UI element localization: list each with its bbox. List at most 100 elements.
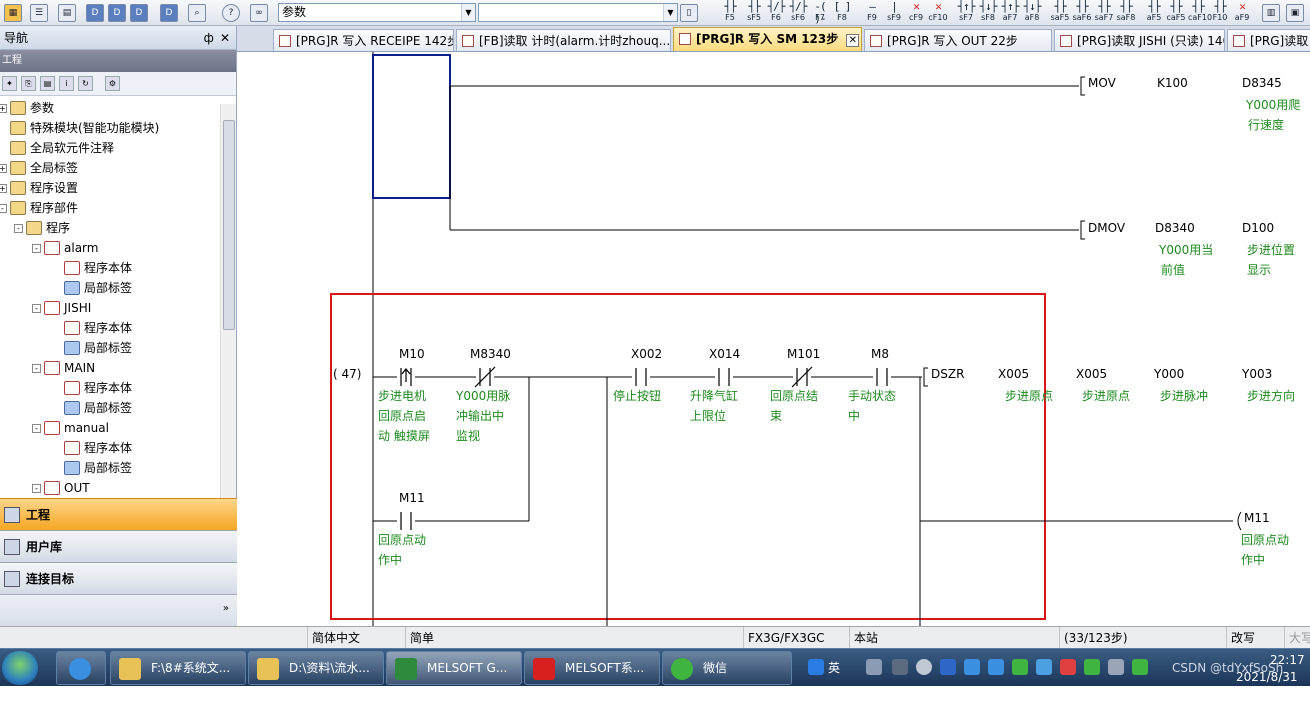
tree-item[interactable]: 程序本体 bbox=[52, 378, 132, 398]
tree-item[interactable]: 局部标签 bbox=[52, 398, 132, 418]
tree-item[interactable]: - MAIN bbox=[32, 358, 95, 378]
fkey-19[interactable]: ┤├ caF5 bbox=[1166, 1, 1186, 25]
fkey-11[interactable]: ┤↓├ sF8 bbox=[978, 1, 998, 25]
monitor-icon[interactable]: ▣ bbox=[1286, 3, 1304, 23]
fkey-2[interactable]: ┤/├ F6 bbox=[766, 1, 786, 25]
fkey-8[interactable]: ✕ cF9 bbox=[906, 1, 926, 25]
tab-4[interactable]: [PRG]读取 JISHI (只读) 140步 bbox=[1054, 29, 1225, 51]
tree-item[interactable]: 特殊模块(智能功能模块) bbox=[0, 118, 159, 138]
fkey-15[interactable]: ┤├ saF6 bbox=[1072, 1, 1092, 25]
tree-item[interactable]: 局部标签 bbox=[52, 278, 132, 298]
chevron-down-icon[interactable]: ▼ bbox=[663, 4, 677, 21]
new-item-icon[interactable]: ✦ bbox=[2, 76, 17, 91]
window-list-icon[interactable]: ▥ bbox=[1262, 3, 1280, 23]
app-tray-icon[interactable] bbox=[1132, 659, 1148, 675]
tree-item[interactable]: 程序本体 bbox=[52, 258, 132, 278]
tree-item[interactable]: + 程序设置 bbox=[0, 178, 78, 198]
tree-item[interactable]: + 参数 bbox=[0, 98, 54, 118]
tree-item[interactable]: 程序本体 bbox=[52, 318, 132, 338]
tab-close-icon[interactable]: ✕ bbox=[846, 34, 860, 47]
tree-item[interactable]: - alarm bbox=[32, 238, 98, 258]
tab-2[interactable]: [PRG]R 写入 SM 123步 ✕ bbox=[673, 27, 862, 51]
refresh-icon[interactable] bbox=[916, 659, 932, 675]
task-explorer-1[interactable]: F:\8#系统文... bbox=[110, 651, 246, 685]
collapse-icon[interactable]: - bbox=[32, 483, 41, 493]
properties-icon[interactable]: i bbox=[59, 76, 74, 91]
fkey-4[interactable]: -( )- F7 bbox=[810, 1, 830, 25]
fkey-20[interactable]: ┤├ caF10 bbox=[1188, 1, 1212, 25]
chat-icon[interactable] bbox=[1084, 659, 1100, 675]
window-button[interactable]: ▤ bbox=[58, 3, 76, 23]
category-project[interactable]: 工程 bbox=[0, 498, 237, 530]
clock-time[interactable]: 22:17 bbox=[1270, 653, 1305, 667]
tab-0[interactable]: [PRG]R 写入 RECEIPE 142步 bbox=[273, 29, 454, 51]
collapse-icon[interactable]: - bbox=[0, 203, 7, 213]
fkey-12[interactable]: ┤↑├ aF7 bbox=[1000, 1, 1020, 25]
fkey-5[interactable]: [ ] F8 bbox=[832, 1, 852, 25]
fkey-13[interactable]: ┤↓├ aF8 bbox=[1022, 1, 1042, 25]
fkey-21[interactable]: ┤├ F10 bbox=[1210, 1, 1230, 25]
fkey-18[interactable]: ┤├ aF5 bbox=[1144, 1, 1164, 25]
help-icon[interactable]: ? bbox=[222, 3, 240, 23]
close-icon[interactable]: ✕ bbox=[220, 31, 230, 45]
ime-settings-icon[interactable] bbox=[866, 659, 882, 675]
qq-icon[interactable] bbox=[1036, 659, 1052, 675]
collapse-icon[interactable]: - bbox=[32, 423, 41, 433]
fkey-17[interactable]: ┤├ saF8 bbox=[1116, 1, 1136, 25]
network-icon[interactable] bbox=[892, 659, 908, 675]
fkey-9[interactable]: ✕ cF10 bbox=[928, 1, 948, 25]
tree-item[interactable]: 程序本体 bbox=[52, 438, 132, 458]
volume-icon[interactable] bbox=[1108, 659, 1124, 675]
dev-dropdown-button[interactable]: D bbox=[160, 3, 178, 23]
fkey-16[interactable]: ┤├ saF7 bbox=[1094, 1, 1114, 25]
tree-item[interactable]: - 程序部件 bbox=[0, 198, 78, 218]
tab-5[interactable]: [PRG]读取 bbox=[1227, 29, 1310, 51]
chevron-down-icon[interactable]: ▼ bbox=[461, 4, 475, 21]
expand-icon[interactable]: + bbox=[0, 163, 7, 173]
task-melsoft-series[interactable]: MELSOFT系... bbox=[524, 651, 660, 685]
refresh-icon[interactable]: ↻ bbox=[78, 76, 93, 91]
nav-more-button[interactable]: » bbox=[0, 594, 237, 626]
wps-icon[interactable] bbox=[1060, 659, 1076, 675]
search-combo[interactable]: 参数 ▼ bbox=[278, 3, 476, 22]
collapse-icon[interactable]: - bbox=[32, 303, 41, 313]
tree-item[interactable]: - OUT bbox=[32, 478, 90, 498]
dev-button-1[interactable]: D bbox=[86, 3, 104, 23]
tree-item[interactable]: + 全局标签 bbox=[0, 158, 78, 178]
fkey-3[interactable]: ┤/├ sF6 bbox=[788, 1, 808, 25]
update-icon[interactable] bbox=[940, 659, 956, 675]
fkey-0[interactable]: ┤├ F5 bbox=[720, 1, 740, 25]
collapse-icon[interactable]: - bbox=[32, 243, 41, 253]
tree-scrollbar[interactable] bbox=[220, 104, 236, 518]
collapse-icon[interactable]: - bbox=[14, 223, 23, 233]
scrollbar-thumb[interactable] bbox=[223, 120, 235, 330]
bluetooth-icon[interactable] bbox=[988, 659, 1004, 675]
options-icon[interactable]: ⚙ bbox=[105, 76, 120, 91]
tab-3[interactable]: [PRG]R 写入 OUT 22步 bbox=[864, 29, 1052, 51]
fkey-7[interactable]: | sF9 bbox=[884, 1, 904, 25]
fkey-14[interactable]: ┤├ saF5 bbox=[1050, 1, 1070, 25]
fkey-6[interactable]: — F9 bbox=[862, 1, 882, 25]
tree-item[interactable]: 局部标签 bbox=[52, 458, 132, 478]
ime-indicator[interactable]: 英 bbox=[828, 659, 840, 676]
pin-icon[interactable]: ф bbox=[204, 31, 214, 45]
wechat-tray-icon[interactable] bbox=[1012, 659, 1028, 675]
start-button[interactable] bbox=[2, 651, 38, 685]
find-dropdown-button[interactable]: ⌕ bbox=[188, 3, 206, 23]
collapse-icon[interactable]: - bbox=[32, 363, 41, 373]
task-pinned-app[interactable] bbox=[56, 651, 106, 685]
category-connection[interactable]: 连接目标 bbox=[0, 562, 237, 594]
binoculars-icon[interactable]: ∞ bbox=[250, 3, 268, 23]
expand-icon[interactable]: + bbox=[0, 103, 7, 113]
ladder-button[interactable]: ☰ bbox=[30, 3, 48, 23]
dev-button-3[interactable]: D bbox=[130, 3, 148, 23]
tree-item[interactable]: - manual bbox=[32, 418, 109, 438]
device-combo[interactable]: ▼ bbox=[478, 3, 678, 22]
fkey-22[interactable]: ✕ aF9 bbox=[1232, 1, 1252, 25]
category-user-library[interactable]: 用户库 bbox=[0, 530, 237, 562]
task-wechat[interactable]: 微信 bbox=[662, 651, 792, 685]
task-melsoft-gx[interactable]: MELSOFT G... bbox=[386, 651, 522, 685]
tree-item[interactable]: 全局软元件注释 bbox=[0, 138, 114, 158]
ladder-editor[interactable]: MOV K100 D8345 Y000用爬 行速度 DMOV D8340 Y00… bbox=[237, 52, 1310, 626]
tab-1[interactable]: [FB]读取 计时(alarm.计时zhouq... bbox=[456, 29, 671, 51]
